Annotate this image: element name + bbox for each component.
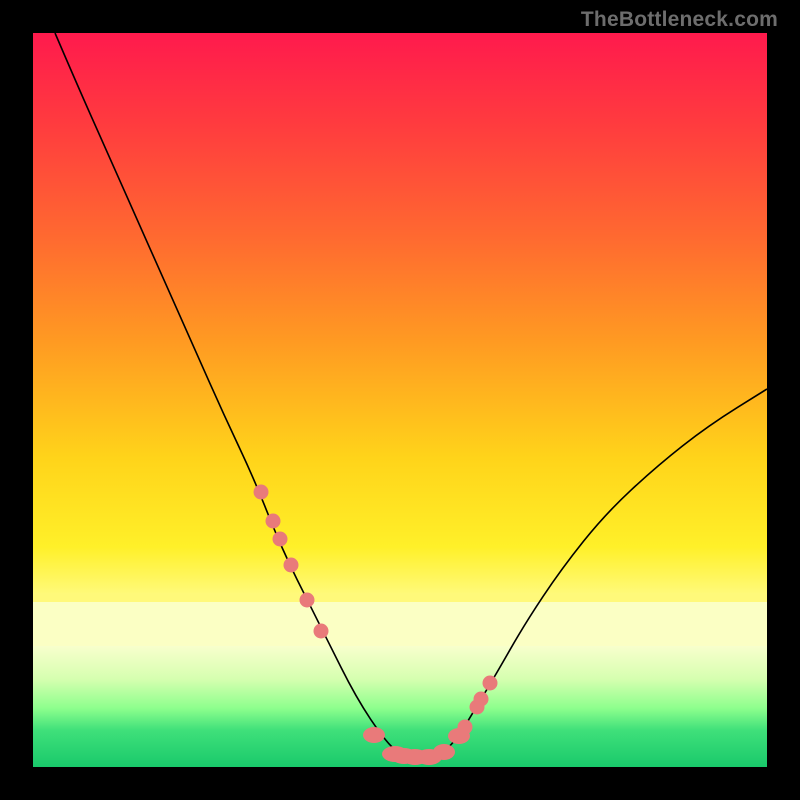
curve-marker [363, 727, 385, 743]
curve-marker [433, 744, 455, 760]
curve-marker [273, 532, 288, 547]
marker-layer [33, 33, 767, 767]
curve-marker [314, 624, 329, 639]
curve-marker [482, 675, 497, 690]
plot-area [33, 33, 767, 767]
curve-marker [458, 719, 473, 734]
chart-container: TheBottleneck.com [0, 0, 800, 800]
curve-marker [253, 484, 268, 499]
curve-marker [266, 514, 281, 529]
curve-marker [299, 592, 314, 607]
curve-marker [473, 691, 488, 706]
watermark-text: TheBottleneck.com [581, 8, 778, 32]
curve-marker [284, 558, 299, 573]
